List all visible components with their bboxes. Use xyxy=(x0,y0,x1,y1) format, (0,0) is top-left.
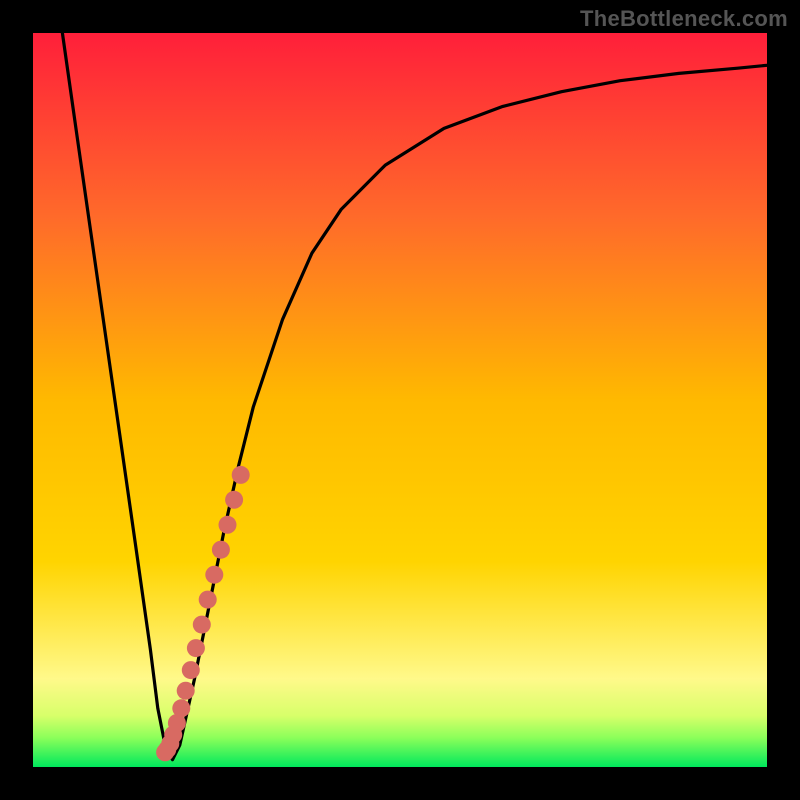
marker-dot xyxy=(193,616,211,634)
plot-background xyxy=(33,33,767,767)
watermark-text: TheBottleneck.com xyxy=(580,6,788,32)
marker-dot xyxy=(187,639,205,657)
marker-dot xyxy=(172,699,190,717)
chart-frame: TheBottleneck.com xyxy=(0,0,800,800)
marker-dot xyxy=(199,591,217,609)
marker-dot xyxy=(225,491,243,509)
marker-dot xyxy=(232,466,250,484)
marker-dot xyxy=(212,541,230,559)
marker-dot xyxy=(205,566,223,584)
marker-dot xyxy=(182,661,200,679)
marker-dot xyxy=(177,682,195,700)
chart-svg xyxy=(0,0,800,800)
marker-dot xyxy=(219,516,237,534)
